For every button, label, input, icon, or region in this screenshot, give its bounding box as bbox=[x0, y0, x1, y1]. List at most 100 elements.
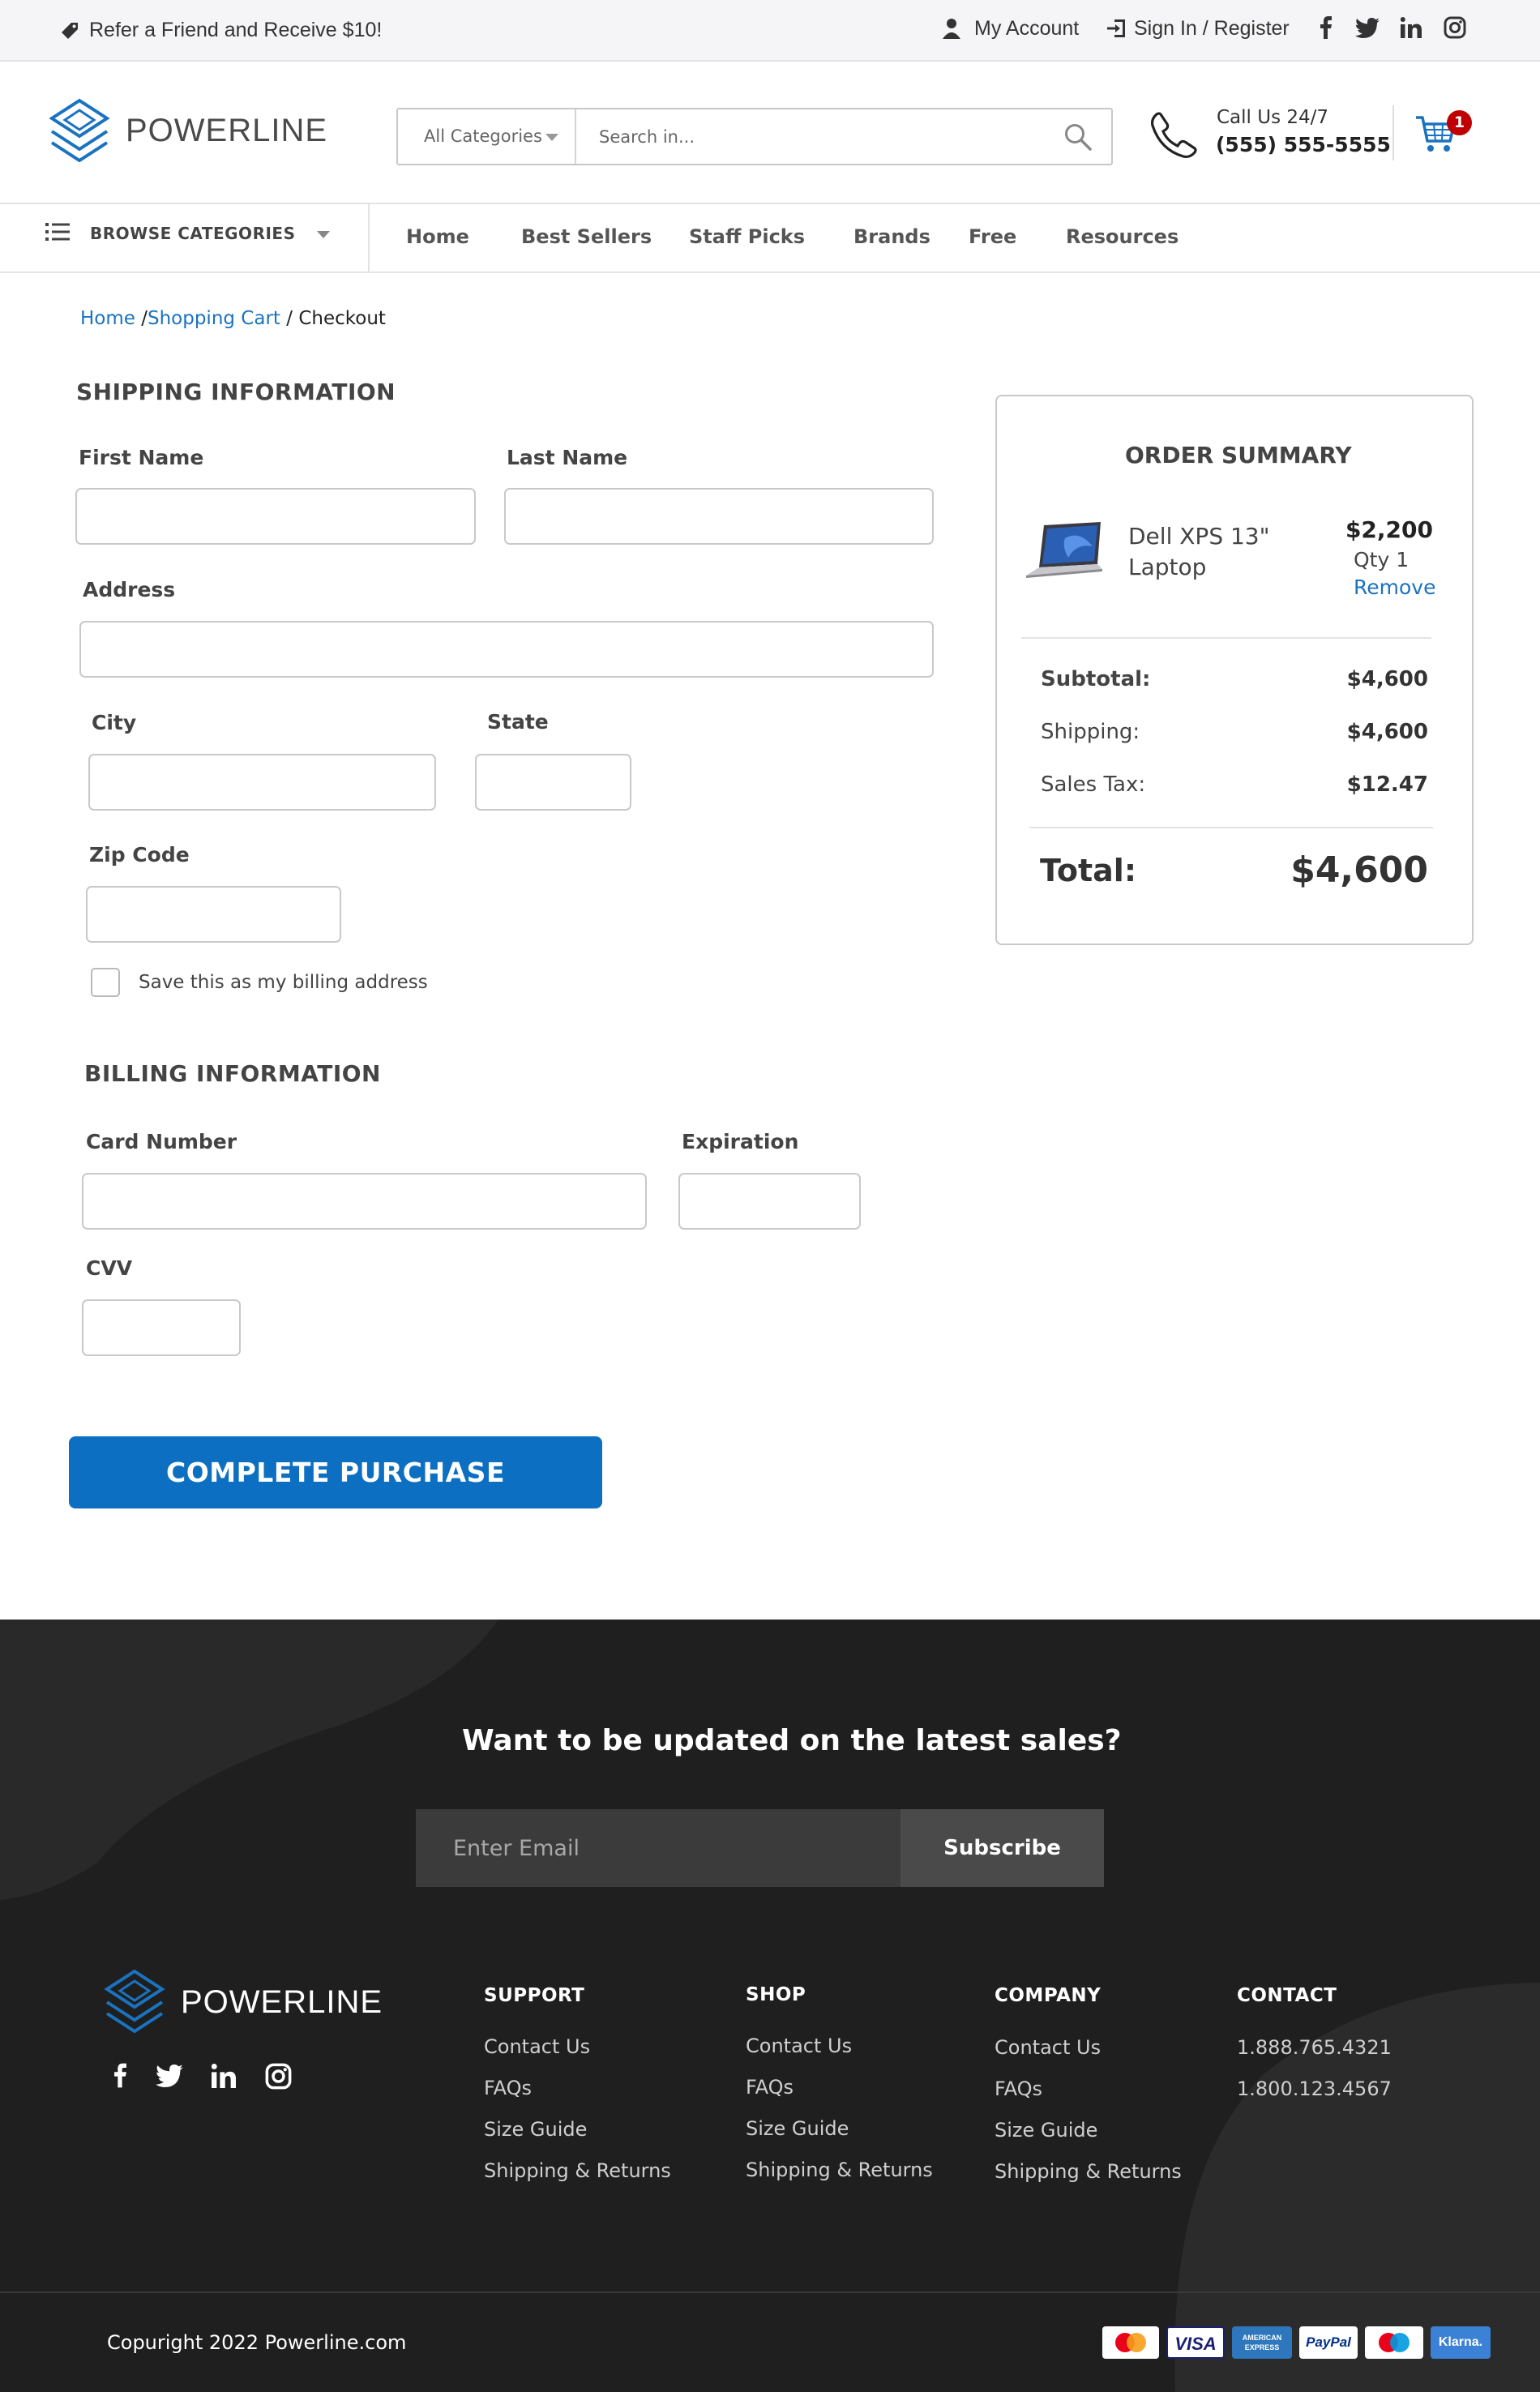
facebook-icon[interactable] bbox=[113, 2063, 127, 2088]
refer-text[interactable]: Refer a Friend and Receive $10! bbox=[89, 19, 382, 42]
footer-support-title: SUPPORT bbox=[484, 1985, 585, 2006]
amex-icon: AMERICAN EXPRESS bbox=[1232, 2326, 1292, 2359]
cvv-input[interactable] bbox=[82, 1299, 241, 1356]
subscribe-button[interactable]: Subscribe bbox=[900, 1809, 1104, 1887]
footer-contact-phone[interactable]: 1.800.123.4567 bbox=[1237, 2077, 1392, 2100]
chevron-down-icon bbox=[545, 134, 558, 141]
expiration-label: Expiration bbox=[682, 1130, 799, 1153]
last-name-input[interactable] bbox=[504, 488, 934, 545]
nav-home[interactable]: Home bbox=[406, 225, 469, 248]
zip-code-input[interactable] bbox=[86, 886, 341, 943]
city-input[interactable] bbox=[88, 754, 436, 811]
expiration-input[interactable] bbox=[678, 1173, 861, 1230]
shipping-label: Shipping: bbox=[1041, 720, 1140, 744]
remove-item-link[interactable]: Remove bbox=[1354, 576, 1435, 599]
complete-purchase-button[interactable]: COMPLETE PURCHASE bbox=[69, 1436, 602, 1508]
footer-shop-link[interactable]: Shipping & Returns bbox=[746, 2159, 933, 2181]
email-input[interactable] bbox=[416, 1809, 900, 1887]
logo-text[interactable]: POWERLINE bbox=[126, 113, 327, 149]
card-number-input[interactable] bbox=[82, 1173, 647, 1230]
footer-company-link[interactable]: Contact Us bbox=[995, 2036, 1101, 2059]
nav-staff-picks[interactable]: Staff Picks bbox=[689, 225, 805, 248]
footer-company-link[interactable]: FAQs bbox=[995, 2077, 1042, 2100]
top-bar: Refer a Friend and Receive $10! My Accou… bbox=[0, 0, 1540, 62]
footer-company-link[interactable]: Shipping & Returns bbox=[995, 2160, 1182, 2183]
call-label: Call Us 24/7 bbox=[1217, 107, 1329, 128]
save-billing-checkbox[interactable] bbox=[91, 968, 120, 997]
footer-shop-link[interactable]: Size Guide bbox=[746, 2117, 849, 2140]
cart-count-badge: 1 bbox=[1447, 110, 1472, 135]
city-label: City bbox=[92, 711, 137, 734]
breadcrumb-shopping-cart[interactable]: Shopping Cart bbox=[148, 308, 280, 329]
shipping-title: SHIPPING INFORMATION bbox=[76, 379, 396, 405]
state-label: State bbox=[487, 710, 549, 734]
footer-logo-text[interactable]: POWERLINE bbox=[181, 1984, 383, 2021]
visa-icon: VISA bbox=[1166, 2326, 1225, 2359]
search-bar: All Categories bbox=[396, 108, 1113, 165]
maestro-icon bbox=[1365, 2326, 1423, 2359]
subtotal-label: Subtotal: bbox=[1041, 667, 1151, 691]
nav-divider bbox=[368, 204, 370, 272]
total-value: $4,600 bbox=[1290, 849, 1428, 891]
product-name: Dell XPS 13" Laptop bbox=[1128, 523, 1270, 580]
copyright-text: Copuright 2022 Powerline.com bbox=[107, 2331, 407, 2354]
search-input[interactable] bbox=[578, 111, 1032, 162]
card-number-label: Card Number bbox=[86, 1130, 237, 1153]
browse-categories-button[interactable]: BROWSE CATEGORIES bbox=[90, 224, 295, 243]
list-icon bbox=[45, 223, 70, 241]
subtotal-value: $4,600 bbox=[1346, 667, 1428, 691]
summary-divider bbox=[1029, 827, 1433, 828]
address-label: Address bbox=[83, 578, 176, 601]
footer-divider bbox=[0, 2291, 1540, 2293]
sign-in-register-link[interactable]: Sign In / Register bbox=[1134, 17, 1290, 41]
product-qty: Qty 1 bbox=[1354, 548, 1410, 571]
footer-shop-title: SHOP bbox=[746, 1984, 806, 2005]
mastercard-icon bbox=[1102, 2326, 1159, 2359]
footer-shop-link[interactable]: FAQs bbox=[746, 2076, 794, 2099]
zip-code-label: Zip Code bbox=[89, 843, 190, 867]
instagram-icon[interactable] bbox=[1444, 16, 1466, 39]
my-account-link[interactable]: My Account bbox=[974, 17, 1079, 41]
header-divider bbox=[1392, 105, 1394, 160]
shipping-value: $4,600 bbox=[1346, 720, 1428, 744]
facebook-icon[interactable] bbox=[1320, 16, 1333, 39]
user-icon bbox=[943, 19, 960, 39]
search-icon[interactable] bbox=[1064, 123, 1092, 151]
header-logo[interactable] bbox=[49, 97, 110, 165]
breadcrumb-home[interactable]: Home bbox=[80, 308, 135, 329]
footer-support-link[interactable]: Contact Us bbox=[484, 2035, 590, 2058]
footer-support-link[interactable]: FAQs bbox=[484, 2077, 532, 2099]
address-input[interactable] bbox=[79, 621, 934, 678]
footer-company-link[interactable]: Size Guide bbox=[995, 2119, 1097, 2142]
instagram-icon[interactable] bbox=[265, 2063, 292, 2090]
state-input[interactable] bbox=[475, 754, 631, 811]
nav-resources[interactable]: Resources bbox=[1066, 225, 1179, 248]
paypal-icon: PayPal bbox=[1299, 2326, 1358, 2359]
footer-support-link[interactable]: Size Guide bbox=[484, 2118, 587, 2141]
nav-free[interactable]: Free bbox=[969, 225, 1016, 248]
twitter-icon[interactable] bbox=[156, 2065, 183, 2087]
nav-best-sellers[interactable]: Best Sellers bbox=[521, 225, 652, 248]
sales-tax-label: Sales Tax: bbox=[1041, 772, 1146, 797]
billing-title: BILLING INFORMATION bbox=[84, 1060, 381, 1087]
newsletter-title: Want to be updated on the latest sales? bbox=[462, 1724, 1122, 1757]
save-billing-label[interactable]: Save this as my billing address bbox=[139, 972, 428, 993]
product-price: $2,200 bbox=[1345, 516, 1433, 543]
last-name-label: Last Name bbox=[507, 446, 628, 469]
footer-contact-phone[interactable]: 1.888.765.4321 bbox=[1237, 2036, 1392, 2059]
footer-support-link[interactable]: Shipping & Returns bbox=[484, 2159, 671, 2182]
twitter-icon[interactable] bbox=[1355, 18, 1380, 38]
first-name-input[interactable] bbox=[75, 488, 476, 545]
footer-logo[interactable] bbox=[104, 1968, 165, 2036]
footer-shop-link[interactable]: Contact Us bbox=[746, 2035, 852, 2057]
breadcrumb-current: Checkout bbox=[298, 308, 386, 329]
linkedin-icon[interactable] bbox=[1401, 17, 1422, 38]
phone-number[interactable]: (555) 555-5555 bbox=[1216, 133, 1391, 156]
summary-divider bbox=[1021, 637, 1431, 639]
laptop-image bbox=[1026, 522, 1102, 578]
linkedin-icon[interactable] bbox=[212, 2064, 236, 2088]
nav-brands[interactable]: Brands bbox=[853, 225, 930, 248]
logo-icon bbox=[104, 1969, 165, 2034]
logo-icon bbox=[49, 98, 110, 163]
breadcrumb-separator: / bbox=[286, 308, 293, 329]
